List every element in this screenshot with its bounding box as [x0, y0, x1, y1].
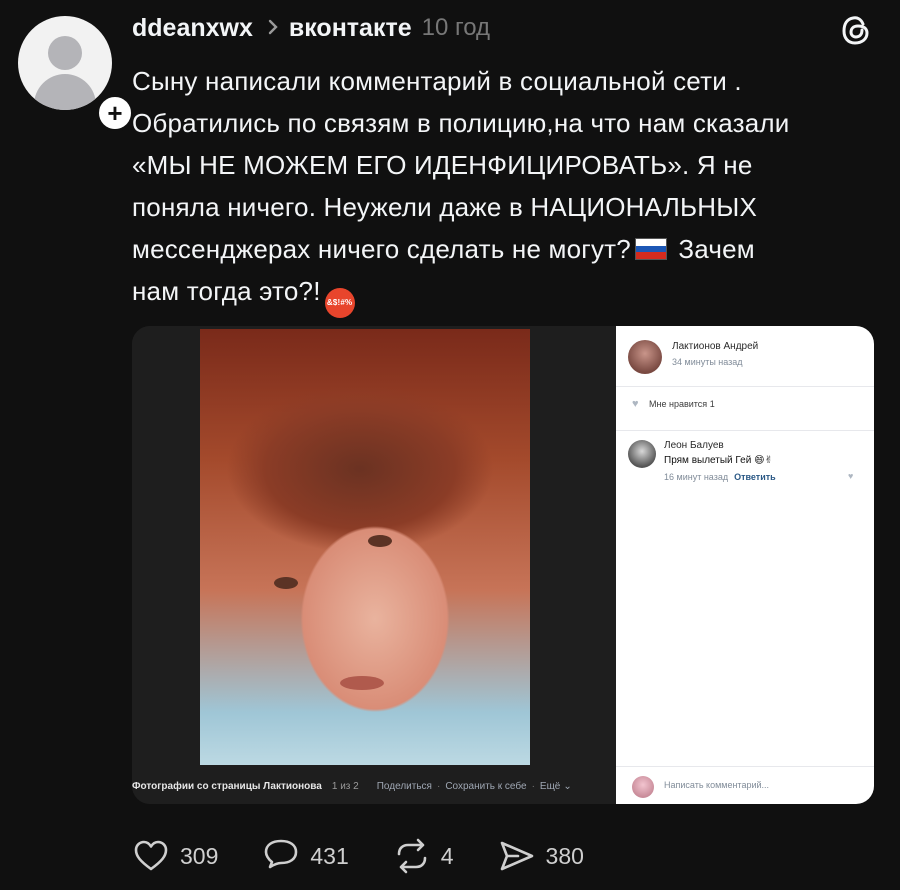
chevron-down-icon: ⌄: [563, 780, 572, 792]
comment-text: Прям вылетый Гей 😄✌: [664, 455, 773, 466]
comment-heart-icon[interactable]: ♥: [848, 471, 853, 481]
post-timestamp: 10 год: [421, 14, 491, 41]
photo-caption-bar: Фотографии со страницы Лактионова 1 из 2…: [132, 774, 614, 798]
post-text-line: Зачем: [678, 234, 755, 264]
author-avatar[interactable]: [628, 340, 662, 374]
like-button[interactable]: 309: [132, 837, 218, 875]
post-text-line: нам тогда это?!: [132, 276, 321, 306]
caption-share-link[interactable]: Поделиться: [377, 781, 432, 792]
photo-eye-left: [274, 577, 298, 589]
author-time: 34 минуты назад: [672, 357, 743, 367]
caption-counter: 1 из 2: [331, 780, 359, 792]
post-text-line: поняла ничего. Неужели даже в НАЦИОНАЛЬН…: [132, 192, 758, 222]
comment-text-body: Прям вылетый Гей: [664, 455, 752, 466]
commenter-avatar[interactable]: [628, 440, 656, 468]
comment-bubble-icon: [265, 839, 298, 869]
attached-image[interactable]: Фотографии со страницы Лактионова 1 из 2…: [132, 326, 874, 804]
likes-count: 1: [709, 399, 715, 409]
caption-save-link[interactable]: Сохранить к себе: [445, 781, 526, 792]
likes-text: Мне нравится: [649, 399, 708, 409]
repost-count: 4: [440, 842, 454, 869]
community-link[interactable]: вконтакте: [289, 14, 412, 43]
share-button[interactable]: 380: [498, 837, 584, 875]
caption-more-link[interactable]: Ещё: [540, 781, 560, 792]
caption-separator: ·: [436, 780, 441, 792]
russian-flag-icon: [634, 238, 667, 260]
photo-viewer: Фотографии со страницы Лактионова 1 из 2…: [132, 326, 614, 804]
post-body: Сыну написали комментарий в социальной с…: [132, 60, 882, 318]
avatar[interactable]: [18, 16, 112, 110]
photo-eye-right: [368, 535, 392, 547]
photo-mouth: [340, 676, 384, 690]
caption-separator: ·: [531, 780, 535, 792]
profile-photo: [200, 329, 530, 765]
avatar-placeholder-body: [34, 74, 96, 110]
reply-link[interactable]: Ответить: [734, 472, 776, 482]
write-comment-input[interactable]: Написать комментарий...: [664, 780, 769, 790]
post-actions: 309 431 4 380: [132, 836, 628, 876]
likes-label[interactable]: Мне нравится 1: [649, 399, 715, 409]
post-text-line-with-emoji: нам тогда это?! &$!#%: [132, 270, 882, 318]
send-icon: [500, 841, 533, 871]
post-text-line-with-flag: мессенджерах ничего сделать не могут? За…: [132, 228, 882, 270]
commenter-name[interactable]: Леон Балуев: [664, 440, 724, 451]
author-name[interactable]: Лактионов Андрей: [672, 341, 758, 352]
comment-emoji: 😄✌: [754, 455, 773, 466]
profile-avatar-container[interactable]: +: [18, 16, 134, 132]
repost-button[interactable]: 4: [393, 837, 454, 875]
follow-plus-icon[interactable]: +: [96, 94, 134, 132]
heart-icon: [134, 840, 168, 871]
divider: [616, 766, 874, 767]
repost-icon: [397, 838, 427, 874]
comment-count: 431: [310, 842, 349, 869]
post-text-line: Обратились по связям в полицию,на что на…: [132, 108, 790, 138]
comment-time: 16 минут назад: [664, 472, 729, 482]
comment-button[interactable]: 431: [262, 837, 349, 875]
post-header: ddeanxwx вконтакте 10 год: [132, 10, 490, 46]
share-count: 380: [545, 842, 584, 869]
divider: [616, 430, 874, 431]
chevron-right-icon: [267, 14, 279, 42]
like-count: 309: [180, 842, 219, 869]
caption-title: Фотографии со страницы Лактионова: [132, 780, 322, 792]
divider: [616, 386, 874, 387]
heart-icon[interactable]: ♥: [632, 398, 639, 410]
avatar-placeholder-head: [48, 36, 82, 70]
my-avatar: [632, 776, 654, 798]
threads-logo-icon[interactable]: [836, 10, 876, 50]
angry-face-icon: &$!#%: [324, 288, 355, 318]
post-text-line: «МЫ НЕ МОЖЕМ ЕГО ИДЕНФИЦИРОВАТЬ». Я не: [132, 150, 753, 180]
post-text-line: Сыну написали комментарий в социальной с…: [132, 66, 742, 96]
username-link[interactable]: ddeanxwx: [132, 14, 253, 43]
comments-panel: Лактионов Андрей 34 минуты назад ♥ Мне н…: [616, 326, 874, 804]
post-text-line: мессенджерах ничего сделать не могут?: [132, 234, 631, 264]
comment-meta: 16 минут назад Ответить: [664, 472, 776, 482]
